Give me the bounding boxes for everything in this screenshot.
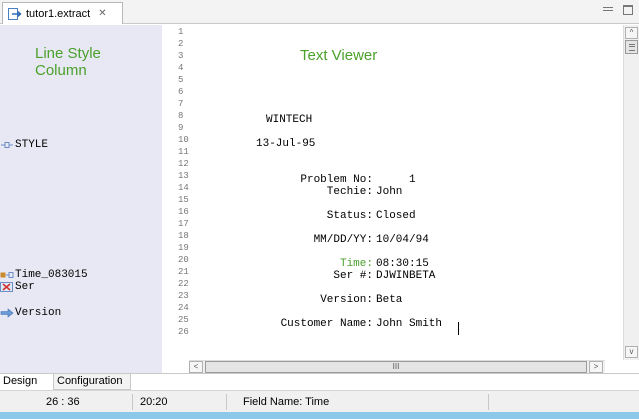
scroll-right-button[interactable]: > [589,361,603,373]
editor-area: Line Style Column STYLE Time_083015 Ser [0,25,639,373]
line-style-item-label: STYLE [15,139,49,151]
horizontal-scroll-thumb[interactable]: III [205,361,587,373]
field-time-icon [0,270,14,280]
extract-file-icon [8,7,22,20]
line-number: 23 [178,291,189,301]
line-number: 14 [178,183,189,193]
text-label-techie: Techie: [326,186,373,198]
text-label-version: Version: [320,294,373,306]
text-value: 13-Jul-95 [256,138,316,150]
status-bar: 26 : 36 20:20 Field Name: Time [0,390,639,412]
text-caret [458,322,459,335]
text-label-ser: Ser #: [333,270,373,282]
editor-tab[interactable]: tutor1.extract ✕ [2,2,123,24]
text-label-customer-name: Customer Name: [280,318,373,330]
status-separator [132,394,133,410]
line-number: 8 [178,111,184,121]
delete-field-icon [0,282,14,292]
status-separator [488,394,489,410]
line-style-title-line2: Column [35,62,87,79]
line-style-title-line1: Line Style [35,45,101,62]
status-separator [226,394,227,410]
text-label-problem-no: Problem No: [300,174,373,186]
text-value-time: 08:30:15 [376,258,429,270]
scroll-down-button[interactable]: v [625,346,638,358]
vertical-scrollbar[interactable]: ^ v [623,25,639,360]
line-style-column-title: Line Style Column [35,45,101,79]
text-value-version: Beta [376,294,403,306]
line-style-item-time[interactable]: Time_083015 [0,269,88,281]
scroll-left-button[interactable]: < [189,361,203,373]
text-value-ser: DJWINBETA [376,270,436,282]
scroll-up-button[interactable]: ^ [625,27,638,39]
line-number: 7 [178,99,184,109]
line-number: 13 [178,171,189,181]
text-value-date: 10/04/94 [376,234,429,246]
tab-design[interactable]: Design [0,374,52,390]
line-style-item-version[interactable]: Version [0,307,61,319]
editor-bottom-tabs: Design Configuration [0,373,639,390]
line-number: 10 [178,135,189,145]
line-number: 17 [178,219,189,229]
line-number: 24 [178,303,189,313]
text-label-status: Status: [326,210,373,222]
text-label-date: MM/DD/YY: [313,234,373,246]
line-number: 20 [178,255,189,265]
arrow-field-icon [0,308,14,318]
minimize-icon[interactable] [603,5,613,15]
bottom-accent-strip [0,412,639,419]
maximize-icon[interactable] [623,5,633,15]
text-line-10: 13-Jul-95 [256,138,315,150]
line-number: 15 [178,195,189,205]
line-number: 18 [178,231,189,241]
line-number: 9 [178,123,184,133]
line-style-item-style[interactable]: STYLE [0,139,48,151]
line-style-item-ser[interactable]: Ser [0,281,35,293]
style-icon [0,140,14,150]
text-value: WINTECH [266,114,313,126]
close-icon[interactable]: ✕ [98,8,106,19]
window-controls [603,5,633,15]
text-value-problem-no: 1 [376,174,416,186]
status-cursor-position: 26 : 36 [46,396,80,408]
line-number: 25 [178,315,189,325]
line-number: 22 [178,279,189,289]
text-line-8: WINTECH [266,114,312,126]
text-value-status: Closed [376,210,416,222]
status-field-name: Field Name: Time [243,396,330,408]
editor-tab-bar: tutor1.extract ✕ [0,0,639,24]
text-viewer-title: Text Viewer [300,47,378,64]
line-style-item-label: Version [15,307,62,319]
line-number: 12 [178,159,189,169]
line-number: 4 [178,63,184,73]
line-number: 1 [178,27,184,37]
line-number: 26 [178,327,189,337]
text-value-techie: John [376,186,403,198]
line-number: 6 [178,87,184,97]
status-line-col: 20:20 [140,396,168,408]
line-number: 3 [178,51,184,61]
line-number: 2 [178,39,184,49]
line-style-item-label: Time_083015 [15,269,88,281]
tab-title: tutor1.extract [26,7,91,20]
line-number: 11 [178,147,189,157]
line-number: 16 [178,207,189,217]
line-number: 5 [178,75,184,85]
line-number: 19 [178,243,189,253]
line-style-column: Line Style Column STYLE Time_083015 Ser [0,25,162,373]
line-style-item-label: Ser [15,281,35,293]
text-label-time: Time: [339,258,373,270]
text-value-customer-name: John Smith [376,318,443,330]
line-number: 21 [178,267,189,277]
horizontal-scrollbar[interactable]: < III > [189,360,605,373]
tab-configuration[interactable]: Configuration [53,374,131,390]
vertical-scroll-thumb[interactable] [625,40,638,54]
